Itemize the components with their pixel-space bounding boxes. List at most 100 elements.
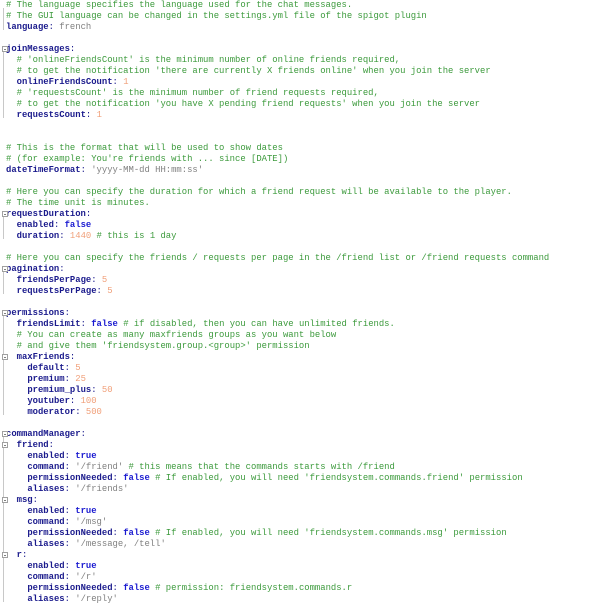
code-line[interactable]: enabled: true: [6, 561, 614, 572]
yaml-boolean: true: [75, 451, 97, 461]
yaml-string: [6, 561, 27, 571]
code-line[interactable]: duration: 1440 # this is 1 day: [6, 231, 614, 242]
code-line[interactable]: permissions:: [2, 308, 614, 319]
code-line[interactable]: command: '/msg': [6, 517, 614, 528]
yaml-key: enabled: [27, 506, 65, 516]
code-line[interactable]: msg:: [2, 495, 614, 506]
code-line[interactable]: friend:: [2, 440, 614, 451]
code-line[interactable]: # The language specifies the language us…: [6, 0, 614, 11]
code-line[interactable]: [6, 132, 614, 143]
yaml-key: dateTimeFormat: [6, 165, 81, 175]
fold-collapse-icon[interactable]: [2, 46, 8, 52]
code-line[interactable]: # Here you can specify the friends / req…: [6, 253, 614, 264]
code-line[interactable]: # and give them 'friendsystem.group.<gro…: [6, 341, 614, 352]
fold-collapse-icon[interactable]: [2, 442, 8, 448]
yaml-comment: # if disabled, then you can have unlimit…: [117, 319, 395, 329]
code-line[interactable]: # (for example: You're friends with ... …: [6, 154, 614, 165]
code-line[interactable]: [6, 418, 614, 429]
fold-collapse-icon[interactable]: [2, 552, 8, 558]
code-line[interactable]: # Here you can specify the duration for …: [6, 187, 614, 198]
code-line[interactable]: friendsLimit: false # if disabled, then …: [6, 319, 614, 330]
code-line[interactable]: friendsPerPage: 5: [6, 275, 614, 286]
yaml-number: 5: [101, 275, 108, 285]
yaml-number: 5: [75, 363, 81, 373]
code-line[interactable]: joinMessages:: [2, 44, 614, 55]
yaml-string: [6, 385, 27, 395]
yaml-punct: :: [59, 231, 70, 241]
code-line[interactable]: requestsCount: 1: [6, 110, 614, 121]
code-line[interactable]: [6, 176, 614, 187]
yaml-punct: :: [48, 440, 54, 450]
code-line[interactable]: [6, 297, 614, 308]
yaml-comment: # to get the notification 'you have X pe…: [16, 99, 481, 109]
yaml-key: moderator: [27, 407, 76, 417]
code-line[interactable]: aliases: '/message, /tell': [6, 539, 614, 550]
code-line[interactable]: requestDuration:: [2, 209, 614, 220]
yaml-string: [6, 374, 27, 384]
code-line[interactable]: # to get the notification 'there are cur…: [6, 66, 614, 77]
yaml-editor[interactable]: # The language specifies the language us…: [0, 0, 614, 604]
code-line[interactable]: language: french: [6, 22, 614, 33]
code-line[interactable]: dateTimeFormat: 'yyyy-MM-dd HH:mm:ss': [6, 165, 614, 176]
code-line[interactable]: enabled: false: [6, 220, 614, 231]
yaml-punct: :: [64, 572, 76, 582]
yaml-comment: # If enabled, you will need 'friendsyste…: [149, 528, 507, 538]
yaml-punct: :: [112, 583, 124, 593]
code-line[interactable]: onlineFriendsCount: 1: [6, 77, 614, 88]
code-line[interactable]: r:: [2, 550, 614, 561]
code-line[interactable]: # This is the format that will be used t…: [6, 143, 614, 154]
code-line[interactable]: [6, 33, 614, 44]
code-line[interactable]: # 'requestsCount' is the minimum number …: [6, 88, 614, 99]
yaml-string: [6, 286, 17, 296]
code-line[interactable]: # to get the notification 'you have X pe…: [6, 99, 614, 110]
yaml-key: youtuber: [27, 396, 70, 406]
fold-collapse-icon[interactable]: [2, 310, 8, 316]
code-line[interactable]: premium: 25: [6, 374, 614, 385]
code-line[interactable]: commandManager:: [2, 429, 614, 440]
code-line[interactable]: permissionNeeded: false # If enabled, yo…: [6, 528, 614, 539]
code-line[interactable]: maxFriends:: [2, 352, 614, 363]
yaml-string: [6, 275, 17, 285]
yaml-boolean: true: [75, 506, 97, 516]
fold-collapse-icon[interactable]: [2, 431, 8, 437]
yaml-comment: # this means that the commands starts wi…: [123, 462, 395, 472]
code-line[interactable]: aliases: '/friends': [6, 484, 614, 495]
fold-guide: [3, 272, 4, 294]
code-line[interactable]: default: 5: [6, 363, 614, 374]
code-line[interactable]: command: '/r': [6, 572, 614, 583]
fold-collapse-icon[interactable]: [2, 497, 8, 503]
yaml-string: '/reply': [75, 594, 118, 604]
code-line[interactable]: # The time unit is minutes.: [6, 198, 614, 209]
code-line[interactable]: pagination:: [2, 264, 614, 275]
yaml-key: duration: [16, 231, 60, 241]
fold-collapse-icon[interactable]: [2, 354, 8, 360]
code-line[interactable]: permissionNeeded: false # If enabled, yo…: [6, 473, 614, 484]
yaml-punct: :: [59, 264, 65, 274]
code-line[interactable]: # The GUI language can be changed in the…: [6, 11, 614, 22]
yaml-punct: :: [112, 473, 124, 483]
code-line[interactable]: enabled: true: [6, 506, 614, 517]
code-line[interactable]: premium_plus: 50: [6, 385, 614, 396]
code-line[interactable]: [6, 242, 614, 253]
yaml-punct: :: [69, 396, 81, 406]
yaml-key: msg: [16, 495, 33, 505]
fold-collapse-icon[interactable]: [2, 266, 8, 272]
fold-collapse-icon[interactable]: [2, 211, 8, 217]
code-line[interactable]: [6, 121, 614, 132]
yaml-punct: :: [80, 429, 86, 439]
yaml-number: 1: [96, 110, 102, 120]
code-line[interactable]: permissionNeeded: false # permission: fr…: [6, 583, 614, 594]
yaml-string: 'yyyy-MM-dd HH:mm:ss': [91, 165, 204, 175]
code-line[interactable]: moderator: 500: [6, 407, 614, 418]
yaml-punct: :: [21, 550, 28, 560]
code-line[interactable]: command: '/friend' # this means that the…: [6, 462, 614, 473]
code-line[interactable]: youtuber: 100: [6, 396, 614, 407]
yaml-key: aliases: [27, 594, 65, 604]
code-line[interactable]: # 'onlineFriendsCount' is the minimum nu…: [6, 55, 614, 66]
code-line[interactable]: enabled: true: [6, 451, 614, 462]
yaml-punct: :: [64, 451, 76, 461]
code-line[interactable]: # You can create as many maxfriends grou…: [6, 330, 614, 341]
code-line[interactable]: requestsPerPage: 5: [6, 286, 614, 297]
yaml-punct: :: [64, 484, 76, 494]
yaml-punct: :: [32, 495, 38, 505]
